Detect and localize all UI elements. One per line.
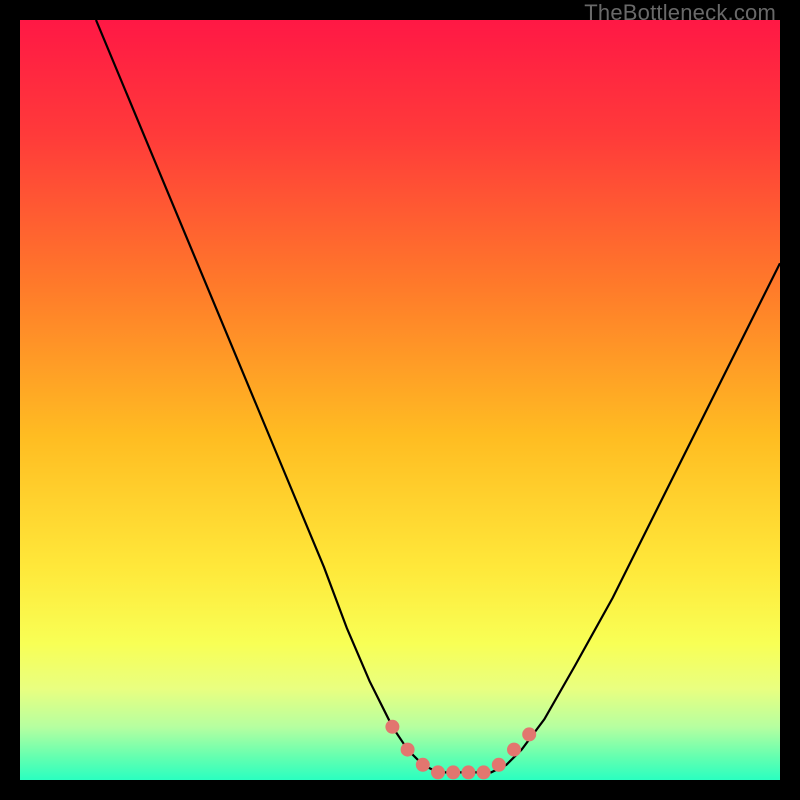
marker-point: [385, 720, 399, 734]
marker-point: [492, 758, 506, 772]
marker-point: [416, 758, 430, 772]
marker-point: [507, 743, 521, 757]
marker-point: [461, 765, 475, 779]
marker-point: [401, 743, 415, 757]
marker-point: [431, 765, 445, 779]
marker-point: [477, 765, 491, 779]
marker-point: [522, 727, 536, 741]
watermark-label: TheBottleneck.com: [584, 0, 776, 26]
bottleneck-chart: [20, 20, 780, 780]
marker-point: [446, 765, 460, 779]
chart-frame: [20, 20, 780, 780]
heatmap-background: [20, 20, 780, 780]
